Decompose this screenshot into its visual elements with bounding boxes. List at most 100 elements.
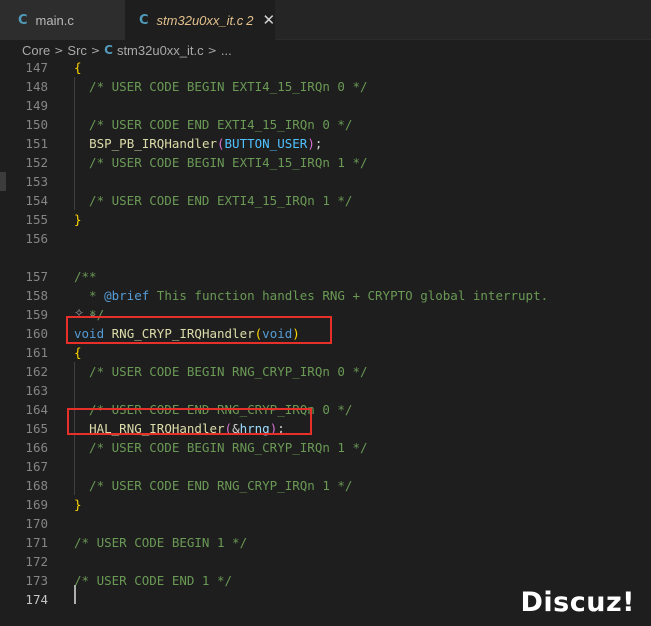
chevron-right-icon: > xyxy=(54,43,64,57)
code-token: /* USER CODE BEGIN 1 */ xyxy=(74,535,248,550)
code-token: ( xyxy=(217,136,225,151)
code-text: /* USER CODE END RNG_CRYP_IRQn 1 */ xyxy=(74,476,352,495)
code-line[interactable]: 163 xyxy=(0,381,651,400)
line-number: 157 xyxy=(25,269,48,284)
code-text: /* USER CODE END 1 */ xyxy=(74,571,232,590)
code-token: /* USER CODE END EXTI4_15_IRQn 0 */ xyxy=(74,117,353,132)
line-number: 150 xyxy=(25,117,48,132)
code-line[interactable]: 170 xyxy=(0,514,651,533)
code-line[interactable]: 172 xyxy=(0,552,651,571)
chevron-right-icon: > xyxy=(90,43,101,57)
tab-stm32u0xx-it-c[interactable]: C stm32u0xx_it.c 2 ✕ xyxy=(125,0,275,40)
text-cursor xyxy=(74,585,76,604)
line-number: 171 xyxy=(25,535,48,550)
breadcrumb-item-src[interactable]: Src xyxy=(67,43,87,58)
code-token: } xyxy=(74,497,82,512)
code-line[interactable]: 154 /* USER CODE END EXTI4_15_IRQn 1 */ xyxy=(0,191,651,210)
code-token: * xyxy=(74,288,105,303)
tab-label: stm32u0xx_it.c xyxy=(156,12,244,28)
code-line[interactable]: 151 BSP_PB_IRQHandler(BUTTON_USER); xyxy=(0,134,651,153)
code-token: @brief xyxy=(104,288,150,303)
code-line[interactable]: 155} xyxy=(0,210,651,229)
code-token: } xyxy=(74,212,82,227)
code-line[interactable]: 166 /* USER CODE BEGIN RNG_CRYP_IRQn 1 *… xyxy=(0,438,651,457)
line-number: 159 xyxy=(25,307,48,322)
code-line[interactable]: 153 xyxy=(0,172,651,191)
code-text: /* USER CODE BEGIN EXTI4_15_IRQn 1 */ xyxy=(74,153,368,172)
code-text: /* USER CODE BEGIN EXTI4_15_IRQn 0 */ xyxy=(74,77,367,96)
code-line[interactable]: 148 /* USER CODE BEGIN EXTI4_15_IRQn 0 *… xyxy=(0,77,651,96)
code-line[interactable]: 171 /* USER CODE BEGIN 1 */ xyxy=(0,533,651,552)
code-text: } xyxy=(74,210,82,229)
code-token: /* USER CODE BEGIN RNG_CRYP_IRQn 1 */ xyxy=(74,440,368,455)
code-token: /* USER CODE BEGIN EXTI4_15_IRQn 1 */ xyxy=(74,155,368,170)
breadcrumb: Core > Src > C stm32u0xx_it.c > ... xyxy=(0,40,651,60)
code-token: /* USER CODE END 1 */ xyxy=(74,573,233,588)
line-number: 156 xyxy=(25,231,48,246)
code-text: /* USER CODE END EXTI4_15_IRQn 1 */ xyxy=(74,191,352,210)
code-line[interactable]: 169} xyxy=(0,495,651,514)
code-text: /** xyxy=(74,267,97,286)
code-line[interactable]: 152 /* USER CODE BEGIN EXTI4_15_IRQn 1 *… xyxy=(0,153,651,172)
line-number: 153 xyxy=(25,174,48,189)
code-line[interactable]: 162 /* USER CODE BEGIN RNG_CRYP_IRQn 0 *… xyxy=(0,362,651,381)
line-number: 164 xyxy=(25,402,48,417)
code-text: /* USER CODE BEGIN RNG_CRYP_IRQn 1 */ xyxy=(74,438,368,457)
breadcrumb-item-file[interactable]: stm32u0xx_it.c xyxy=(117,43,204,58)
tab-label: main.c xyxy=(35,12,74,28)
chevron-right-icon: > xyxy=(207,43,217,57)
code-line[interactable]: 149 xyxy=(0,96,651,115)
code-text: BSP_PB_IRQHandler(BUTTON_USER); xyxy=(74,134,322,153)
code-text: { xyxy=(74,58,82,77)
line-number: 163 xyxy=(25,383,48,398)
line-number: 160 xyxy=(25,326,48,341)
problem-count-badge: 2 xyxy=(246,12,254,28)
code-text: } xyxy=(74,495,82,514)
code-line[interactable]: 167 xyxy=(0,457,651,476)
line-number: 152 xyxy=(25,155,48,170)
code-line[interactable]: 150 /* USER CODE END EXTI4_15_IRQn 0 */ xyxy=(0,115,651,134)
code-token: /* USER CODE END RNG_CRYP_IRQn 1 */ xyxy=(74,478,353,493)
code-token: { xyxy=(74,60,82,75)
line-number: 155 xyxy=(25,212,48,227)
line-number: 169 xyxy=(25,497,48,512)
tab-bar: C main.c C stm32u0xx_it.c 2 ✕ xyxy=(0,0,651,40)
tab-main-c[interactable]: C main.c xyxy=(0,0,125,40)
line-number: 158 xyxy=(25,288,48,303)
close-icon[interactable]: ✕ xyxy=(262,11,275,29)
line-number: 165 xyxy=(25,421,48,436)
code-line[interactable]: 168 /* USER CODE END RNG_CRYP_IRQn 1 */ xyxy=(0,476,651,495)
code-text: { xyxy=(74,343,82,362)
line-number: 173 xyxy=(25,573,48,588)
line-number: 161 xyxy=(25,345,48,360)
code-text: /* USER CODE BEGIN 1 */ xyxy=(74,533,247,552)
code-token: ; xyxy=(314,136,323,151)
watermark-logo: Discuz! xyxy=(520,587,635,618)
code-token: { xyxy=(74,345,82,360)
line-number: 168 xyxy=(25,478,48,493)
code-token: /* USER CODE END EXTI4_15_IRQn 1 */ xyxy=(74,193,353,208)
code-token: BUTTON_USER xyxy=(224,136,308,151)
highlight-box-hal-call xyxy=(67,408,312,435)
code-line[interactable]: 156 xyxy=(0,229,651,248)
line-number: 174 xyxy=(25,592,48,607)
line-number: 166 xyxy=(25,440,48,455)
code-line[interactable]: 147 { xyxy=(0,58,651,77)
line-number: 148 xyxy=(25,79,48,94)
line-number: 167 xyxy=(25,459,48,474)
c-file-icon: C xyxy=(104,43,113,57)
code-token: /* USER CODE BEGIN RNG_CRYP_IRQn 0 */ xyxy=(74,364,368,379)
code-line[interactable]: 158 * @brief This function handles RNG +… xyxy=(0,286,651,305)
code-line[interactable]: 157 /** xyxy=(0,267,651,286)
line-number: 172 xyxy=(25,554,48,569)
code-token: BSP_PB_IRQHandler xyxy=(89,136,217,151)
line-number: 147 xyxy=(25,60,48,75)
c-file-icon: C xyxy=(18,12,28,28)
line-number: 170 xyxy=(25,516,48,531)
breadcrumb-item-symbol[interactable]: ... xyxy=(221,43,232,58)
breadcrumb-item-core[interactable]: Core xyxy=(22,43,50,58)
code-line[interactable]: 161 { xyxy=(0,343,651,362)
line-number: 162 xyxy=(25,364,48,379)
line-number: 151 xyxy=(25,136,48,151)
